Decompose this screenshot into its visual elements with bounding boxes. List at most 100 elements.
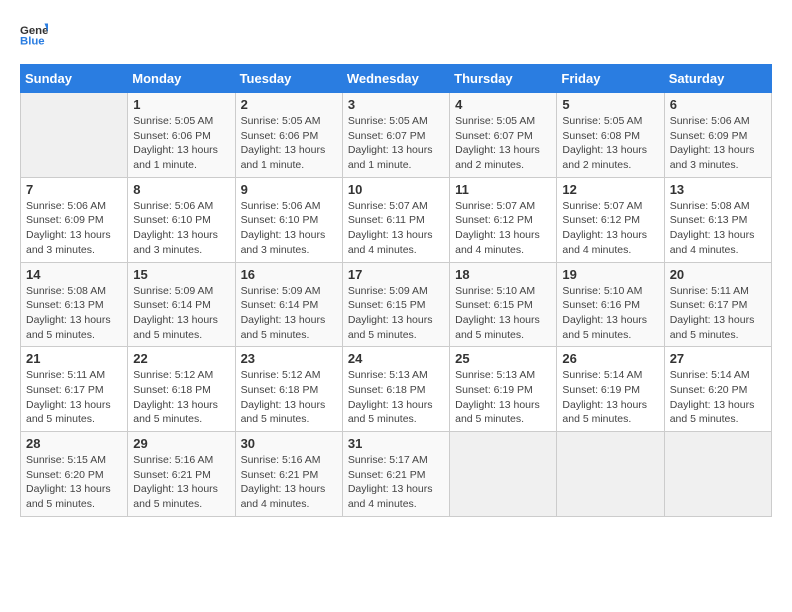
day-number: 4 [455,97,551,112]
calendar-cell [21,93,128,178]
day-number: 8 [133,182,229,197]
day-info: Sunrise: 5:05 AM Sunset: 6:07 PM Dayligh… [348,114,444,173]
calendar-cell: 12 Sunrise: 5:07 AM Sunset: 6:12 PM Dayli… [557,177,664,262]
day-number: 20 [670,267,766,282]
day-info: Sunrise: 5:06 AM Sunset: 6:10 PM Dayligh… [241,199,337,258]
day-number: 29 [133,436,229,451]
day-info: Sunrise: 5:12 AM Sunset: 6:18 PM Dayligh… [133,368,229,427]
day-number: 13 [670,182,766,197]
day-info: Sunrise: 5:08 AM Sunset: 6:13 PM Dayligh… [670,199,766,258]
day-info: Sunrise: 5:05 AM Sunset: 6:08 PM Dayligh… [562,114,658,173]
day-info: Sunrise: 5:05 AM Sunset: 6:07 PM Dayligh… [455,114,551,173]
calendar-cell: 28 Sunrise: 5:15 AM Sunset: 6:20 PM Dayli… [21,432,128,517]
day-info: Sunrise: 5:05 AM Sunset: 6:06 PM Dayligh… [133,114,229,173]
day-number: 1 [133,97,229,112]
day-info: Sunrise: 5:07 AM Sunset: 6:11 PM Dayligh… [348,199,444,258]
weekday-header-row: SundayMondayTuesdayWednesdayThursdayFrid… [21,65,772,93]
calendar-cell: 31Sunrise: 5:17 AM Sunset: 6:21 PM Dayli… [342,432,449,517]
day-info: Sunrise: 5:07 AM Sunset: 6:12 PM Dayligh… [562,199,658,258]
day-number: 16 [241,267,337,282]
weekday-header-saturday: Saturday [664,65,771,93]
day-info: Sunrise: 5:08 AM Sunset: 6:13 PM Dayligh… [26,284,122,343]
day-number: 2 [241,97,337,112]
day-number: 19 [562,267,658,282]
day-number: 24 [348,351,444,366]
weekday-header-tuesday: Tuesday [235,65,342,93]
day-number: 27 [670,351,766,366]
day-number: 3 [348,97,444,112]
calendar-cell: 2 Sunrise: 5:05 AM Sunset: 6:06 PM Daylig… [235,93,342,178]
day-info: Sunrise: 5:17 AM Sunset: 6:21 PM Dayligh… [348,453,444,512]
calendar-cell: 20 Sunrise: 5:11 AM Sunset: 6:17 PM Dayli… [664,262,771,347]
day-info: Sunrise: 5:05 AM Sunset: 6:06 PM Dayligh… [241,114,337,173]
day-number: 10 [348,182,444,197]
logo: General Blue [20,20,52,48]
day-number: 5 [562,97,658,112]
day-number: 18 [455,267,551,282]
day-number: 26 [562,351,658,366]
day-info: Sunrise: 5:10 AM Sunset: 6:15 PM Dayligh… [455,284,551,343]
day-info: Sunrise: 5:14 AM Sunset: 6:20 PM Dayligh… [670,368,766,427]
calendar-week-row: 7 Sunrise: 5:06 AM Sunset: 6:09 PM Daylig… [21,177,772,262]
day-number: 14 [26,267,122,282]
day-info: Sunrise: 5:13 AM Sunset: 6:18 PM Dayligh… [348,368,444,427]
day-number: 28 [26,436,122,451]
day-info: Sunrise: 5:11 AM Sunset: 6:17 PM Dayligh… [670,284,766,343]
weekday-header-sunday: Sunday [21,65,128,93]
calendar-cell: 9 Sunrise: 5:06 AM Sunset: 6:10 PM Daylig… [235,177,342,262]
calendar-cell: 18 Sunrise: 5:10 AM Sunset: 6:15 PM Dayli… [450,262,557,347]
calendar-cell: 3 Sunrise: 5:05 AM Sunset: 6:07 PM Daylig… [342,93,449,178]
day-number: 23 [241,351,337,366]
day-number: 21 [26,351,122,366]
calendar-cell [664,432,771,517]
calendar-cell: 25Sunrise: 5:13 AM Sunset: 6:19 PM Dayli… [450,347,557,432]
calendar-week-row: 1 Sunrise: 5:05 AM Sunset: 6:06 PM Daylig… [21,93,772,178]
day-info: Sunrise: 5:14 AM Sunset: 6:19 PM Dayligh… [562,368,658,427]
day-info: Sunrise: 5:11 AM Sunset: 6:17 PM Dayligh… [26,368,122,427]
day-info: Sunrise: 5:09 AM Sunset: 6:15 PM Dayligh… [348,284,444,343]
calendar-cell: 16 Sunrise: 5:09 AM Sunset: 6:14 PM Dayli… [235,262,342,347]
day-number: 12 [562,182,658,197]
calendar-cell: 17Sunrise: 5:09 AM Sunset: 6:15 PM Dayli… [342,262,449,347]
page-header: General Blue [20,20,772,48]
calendar-cell: 15Sunrise: 5:09 AM Sunset: 6:14 PM Dayli… [128,262,235,347]
calendar-week-row: 28 Sunrise: 5:15 AM Sunset: 6:20 PM Dayli… [21,432,772,517]
day-info: Sunrise: 5:12 AM Sunset: 6:18 PM Dayligh… [241,368,337,427]
calendar-cell: 29Sunrise: 5:16 AM Sunset: 6:21 PM Dayli… [128,432,235,517]
svg-text:Blue: Blue [20,36,45,48]
calendar-cell: 27 Sunrise: 5:14 AM Sunset: 6:20 PM Dayli… [664,347,771,432]
weekday-header-friday: Friday [557,65,664,93]
day-number: 9 [241,182,337,197]
calendar-cell: 23 Sunrise: 5:12 AM Sunset: 6:18 PM Dayli… [235,347,342,432]
calendar-cell: 4 Sunrise: 5:05 AM Sunset: 6:07 PM Daylig… [450,93,557,178]
day-info: Sunrise: 5:13 AM Sunset: 6:19 PM Dayligh… [455,368,551,427]
calendar-week-row: 21 Sunrise: 5:11 AM Sunset: 6:17 PM Dayli… [21,347,772,432]
day-info: Sunrise: 5:06 AM Sunset: 6:09 PM Dayligh… [670,114,766,173]
day-info: Sunrise: 5:10 AM Sunset: 6:16 PM Dayligh… [562,284,658,343]
calendar-cell [450,432,557,517]
weekday-header-wednesday: Wednesday [342,65,449,93]
calendar-cell: 1 Sunrise: 5:05 AM Sunset: 6:06 PM Daylig… [128,93,235,178]
day-number: 6 [670,97,766,112]
calendar-cell: 14 Sunrise: 5:08 AM Sunset: 6:13 PM Dayli… [21,262,128,347]
calendar-cell: 13 Sunrise: 5:08 AM Sunset: 6:13 PM Dayli… [664,177,771,262]
day-number: 7 [26,182,122,197]
calendar-cell: 19 Sunrise: 5:10 AM Sunset: 6:16 PM Dayli… [557,262,664,347]
calendar-cell: 8 Sunrise: 5:06 AM Sunset: 6:10 PM Daylig… [128,177,235,262]
day-info: Sunrise: 5:09 AM Sunset: 6:14 PM Dayligh… [241,284,337,343]
calendar-cell: 24 Sunrise: 5:13 AM Sunset: 6:18 PM Dayli… [342,347,449,432]
calendar-cell: 6 Sunrise: 5:06 AM Sunset: 6:09 PM Daylig… [664,93,771,178]
weekday-header-monday: Monday [128,65,235,93]
day-info: Sunrise: 5:06 AM Sunset: 6:09 PM Dayligh… [26,199,122,258]
day-info: Sunrise: 5:06 AM Sunset: 6:10 PM Dayligh… [133,199,229,258]
calendar-cell: 26 Sunrise: 5:14 AM Sunset: 6:19 PM Dayli… [557,347,664,432]
day-info: Sunrise: 5:07 AM Sunset: 6:12 PM Dayligh… [455,199,551,258]
calendar-cell: 21 Sunrise: 5:11 AM Sunset: 6:17 PM Dayli… [21,347,128,432]
weekday-header-thursday: Thursday [450,65,557,93]
day-info: Sunrise: 5:15 AM Sunset: 6:20 PM Dayligh… [26,453,122,512]
day-number: 30 [241,436,337,451]
calendar-cell: 10 Sunrise: 5:07 AM Sunset: 6:11 PM Dayli… [342,177,449,262]
calendar-cell: 11 Sunrise: 5:07 AM Sunset: 6:12 PM Dayli… [450,177,557,262]
day-number: 11 [455,182,551,197]
calendar-cell: 30Sunrise: 5:16 AM Sunset: 6:21 PM Dayli… [235,432,342,517]
